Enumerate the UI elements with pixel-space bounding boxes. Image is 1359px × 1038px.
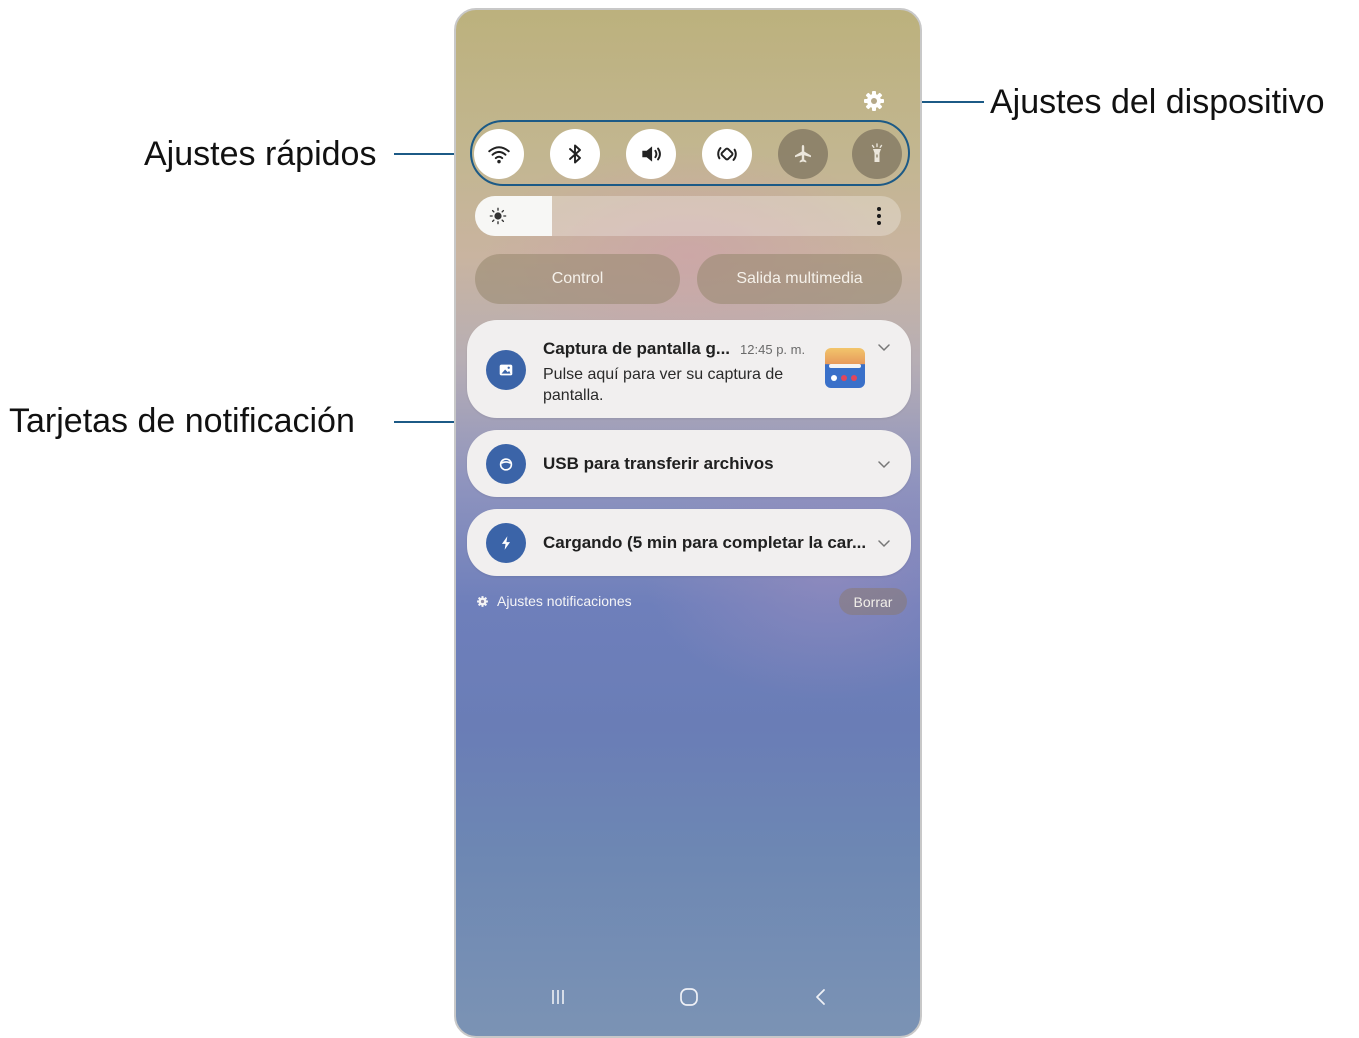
clear-button[interactable]: Borrar [839, 588, 907, 615]
small-gear-icon [477, 595, 488, 607]
flashlight-icon [871, 143, 883, 162]
charging-app-icon [486, 523, 526, 563]
sun-icon [489, 207, 507, 225]
notification-card-charging[interactable]: Cargando (5 min para completar la car... [467, 509, 911, 576]
notification-title: Cargando (5 min para completar la car... [543, 533, 867, 552]
notification-title: USB para transferir archivos [543, 454, 774, 473]
notification-card-usb[interactable]: USB para transferir archivos [467, 430, 911, 497]
wifi-toggle[interactable] [474, 129, 524, 179]
expand-chevron-icon[interactable] [877, 340, 891, 354]
recent-apps-button[interactable] [543, 982, 573, 1012]
notification-card-screenshot[interactable]: Captura de pantalla g... 12:45 p. m. Puls… [467, 320, 911, 418]
airplane-toggle[interactable] [778, 129, 828, 179]
sound-toggle[interactable] [626, 129, 676, 179]
expand-chevron-icon[interactable] [877, 457, 891, 471]
callout-device-settings: Ajustes del dispositivo [990, 83, 1325, 121]
auto-rotate-toggle[interactable] [702, 129, 752, 179]
usb-icon [499, 458, 513, 471]
notification-body: Pulse aquí para ver su captura de pantal… [543, 366, 784, 404]
notification-settings-link[interactable]: Ajustes notificaciones [476, 593, 632, 609]
media-output-button[interactable]: Salida multimedia [697, 254, 902, 304]
callout-quick-settings: Ajustes rápidos [144, 135, 377, 173]
bluetooth-toggle[interactable] [550, 129, 600, 179]
settings-gear-icon[interactable] [862, 89, 886, 113]
notification-title-text: Captura de pantalla g... [543, 339, 731, 358]
airplane-icon [795, 145, 811, 163]
wifi-icon [488, 146, 510, 164]
more-options-icon[interactable] [876, 206, 882, 226]
recent-apps-icon [552, 990, 564, 1004]
notification-time: 12:45 p. m. [740, 342, 806, 357]
back-button[interactable] [806, 982, 836, 1012]
callout-notification-cards: Tarjetas de notificación [9, 402, 355, 440]
auto-rotate-icon [717, 147, 737, 161]
image-icon [499, 364, 513, 376]
bluetooth-icon [569, 144, 581, 164]
notification-title: Captura de pantalla g... 12:45 p. m. [543, 339, 805, 359]
sound-icon [642, 146, 661, 162]
charging-icon [501, 536, 511, 550]
quick-settings-highlight [470, 120, 910, 186]
control-button[interactable]: Control [475, 254, 680, 304]
brightness-slider[interactable] [475, 196, 901, 236]
brightness-fill [475, 196, 552, 236]
screenshot-app-icon [486, 350, 526, 390]
notification-settings-label: Ajustes notificaciones [497, 593, 632, 609]
expand-chevron-icon[interactable] [877, 536, 891, 550]
home-button[interactable] [674, 982, 704, 1012]
usb-app-icon [486, 444, 526, 484]
back-icon [816, 989, 825, 1005]
home-icon [680, 988, 698, 1006]
flashlight-toggle[interactable] [852, 129, 902, 179]
screenshot-thumbnail[interactable] [825, 348, 865, 388]
